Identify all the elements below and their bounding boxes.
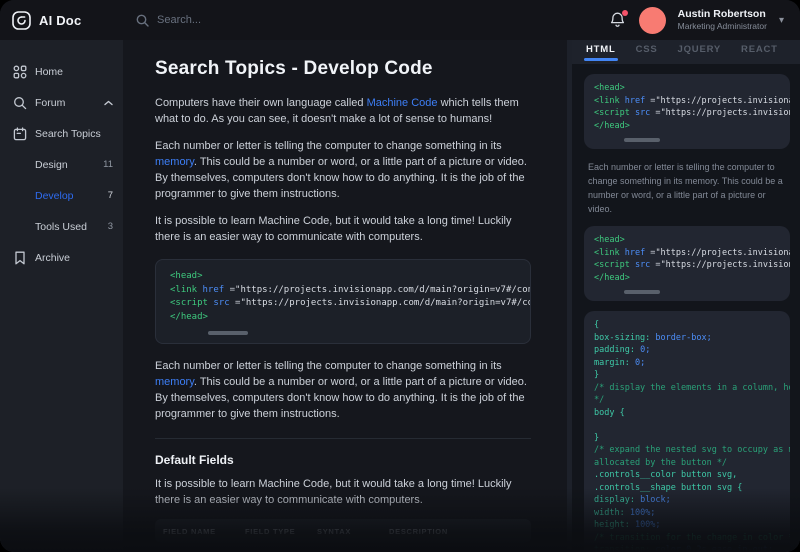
- code-card-css: { box-sizing: border-box; padding: 0; ma…: [584, 311, 790, 552]
- search-icon: [136, 14, 149, 27]
- bookmark-icon: [12, 251, 27, 265]
- search-input[interactable]: [157, 14, 337, 26]
- code-scrollbar[interactable]: [208, 331, 248, 335]
- tab-css[interactable]: CSS: [636, 44, 658, 61]
- code-scrollbar[interactable]: [624, 290, 660, 294]
- section-heading: Default Fields: [155, 453, 531, 467]
- notification-bell[interactable]: [609, 11, 627, 29]
- sidebar-item-label: Develop: [35, 190, 74, 202]
- code-panel-tabs: HTML CSS JQUERY REACT: [572, 40, 800, 64]
- app-title: AI Doc: [39, 13, 81, 28]
- inline-link-machine-code[interactable]: Machine Code: [367, 97, 438, 109]
- table-header: FIELD NAME FIELD TYPE SYNTAX DESCRIPTION: [155, 519, 531, 543]
- paragraph-learn-repeat: It is possible to learn Machine Code, bu…: [155, 476, 531, 508]
- inline-link-memory[interactable]: memory: [155, 376, 194, 388]
- sidebar-item-search-topics[interactable]: Search Topics: [12, 118, 113, 149]
- sidebar-item-label: Archive: [35, 252, 70, 264]
- paragraph-learn: It is possible to learn Machine Code, bu…: [155, 213, 531, 245]
- section-divider: [155, 438, 531, 439]
- user-avatar[interactable]: [639, 7, 666, 34]
- chevron-up-icon[interactable]: [104, 100, 113, 106]
- code-scrollbar[interactable]: [624, 138, 660, 142]
- panel-paragraph: Each number or letter is telling the com…: [588, 160, 784, 216]
- code-panel: HTML CSS JQUERY REACT <head> <link href …: [567, 40, 800, 552]
- sidebar-item-label: Forum: [35, 97, 65, 109]
- user-name: Austin Robertson: [678, 8, 767, 21]
- header-cell-syntax: SYNTAX: [317, 527, 389, 536]
- tab-html[interactable]: HTML: [586, 44, 616, 61]
- sidebar: Home Forum: [0, 40, 123, 552]
- sidebar-item-label: Search Topics: [35, 128, 101, 140]
- sidebar-item-tools-used[interactable]: Tools Used 3: [12, 211, 113, 242]
- forum-search-icon: [12, 96, 27, 110]
- item-count-badge: 3: [108, 221, 113, 232]
- paragraph-intro: Computers have their own language called…: [155, 95, 531, 127]
- app-logo: AI Doc: [12, 11, 124, 30]
- code-card-html-1: <head> <link href ="https://projects.inv…: [584, 74, 790, 149]
- tab-react[interactable]: REACT: [741, 44, 778, 61]
- sidebar-item-design[interactable]: Design 11: [12, 149, 113, 180]
- sidebar-item-label: Tools Used: [35, 221, 87, 233]
- item-count-badge: 11: [103, 159, 113, 170]
- logo-icon: [12, 11, 31, 30]
- sidebar-item-label: Home: [35, 66, 63, 78]
- topbar-right: Austin Robertson Marketing Administrator…: [609, 7, 784, 34]
- table-row: _archived Field True Seems set to archiv…: [155, 543, 531, 552]
- global-search[interactable]: [136, 14, 609, 27]
- calendar-icon: [12, 127, 27, 141]
- user-menu-chevron-icon[interactable]: ▾: [779, 15, 784, 26]
- code-card-html-2: <head> <link href ="https://projects.inv…: [584, 226, 790, 301]
- sidebar-item-label: Design: [35, 159, 68, 171]
- notification-dot: [622, 10, 628, 16]
- page-title: Search Topics - Develop Code: [155, 58, 531, 80]
- tab-jquery[interactable]: JQUERY: [678, 44, 722, 61]
- top-bar: AI Doc Austin Robertson Ma: [0, 0, 800, 40]
- header-cell-field-name: FIELD NAME: [163, 527, 245, 536]
- sidebar-item-home[interactable]: Home: [12, 56, 113, 87]
- user-role: Marketing Administrator: [678, 21, 767, 32]
- home-grid-icon: [12, 65, 27, 79]
- sidebar-item-develop[interactable]: Develop 7: [12, 180, 113, 211]
- sidebar-item-forum[interactable]: Forum: [12, 87, 113, 118]
- main-content: Search Topics - Develop Code Computers h…: [123, 40, 567, 552]
- active-tab-indicator: [584, 58, 618, 61]
- paragraph-memory: Each number or letter is telling the com…: [155, 138, 531, 202]
- sidebar-item-archive[interactable]: Archive: [12, 242, 113, 273]
- header-cell-description: DESCRIPTION: [389, 527, 523, 536]
- code-panel-body: <head> <link href ="https://projects.inv…: [572, 64, 800, 552]
- inline-link-memory[interactable]: memory: [155, 156, 194, 168]
- header-cell-field-type: FIELD TYPE: [245, 527, 317, 536]
- user-meta: Austin Robertson Marketing Administrator: [678, 8, 767, 32]
- code-block-html: <head> <link href ="https://projects.inv…: [155, 259, 531, 344]
- item-count-badge: 7: [108, 190, 113, 201]
- paragraph-memory-repeat: Each number or letter is telling the com…: [155, 358, 531, 422]
- app-window: AI Doc Austin Robertson Ma: [0, 0, 800, 552]
